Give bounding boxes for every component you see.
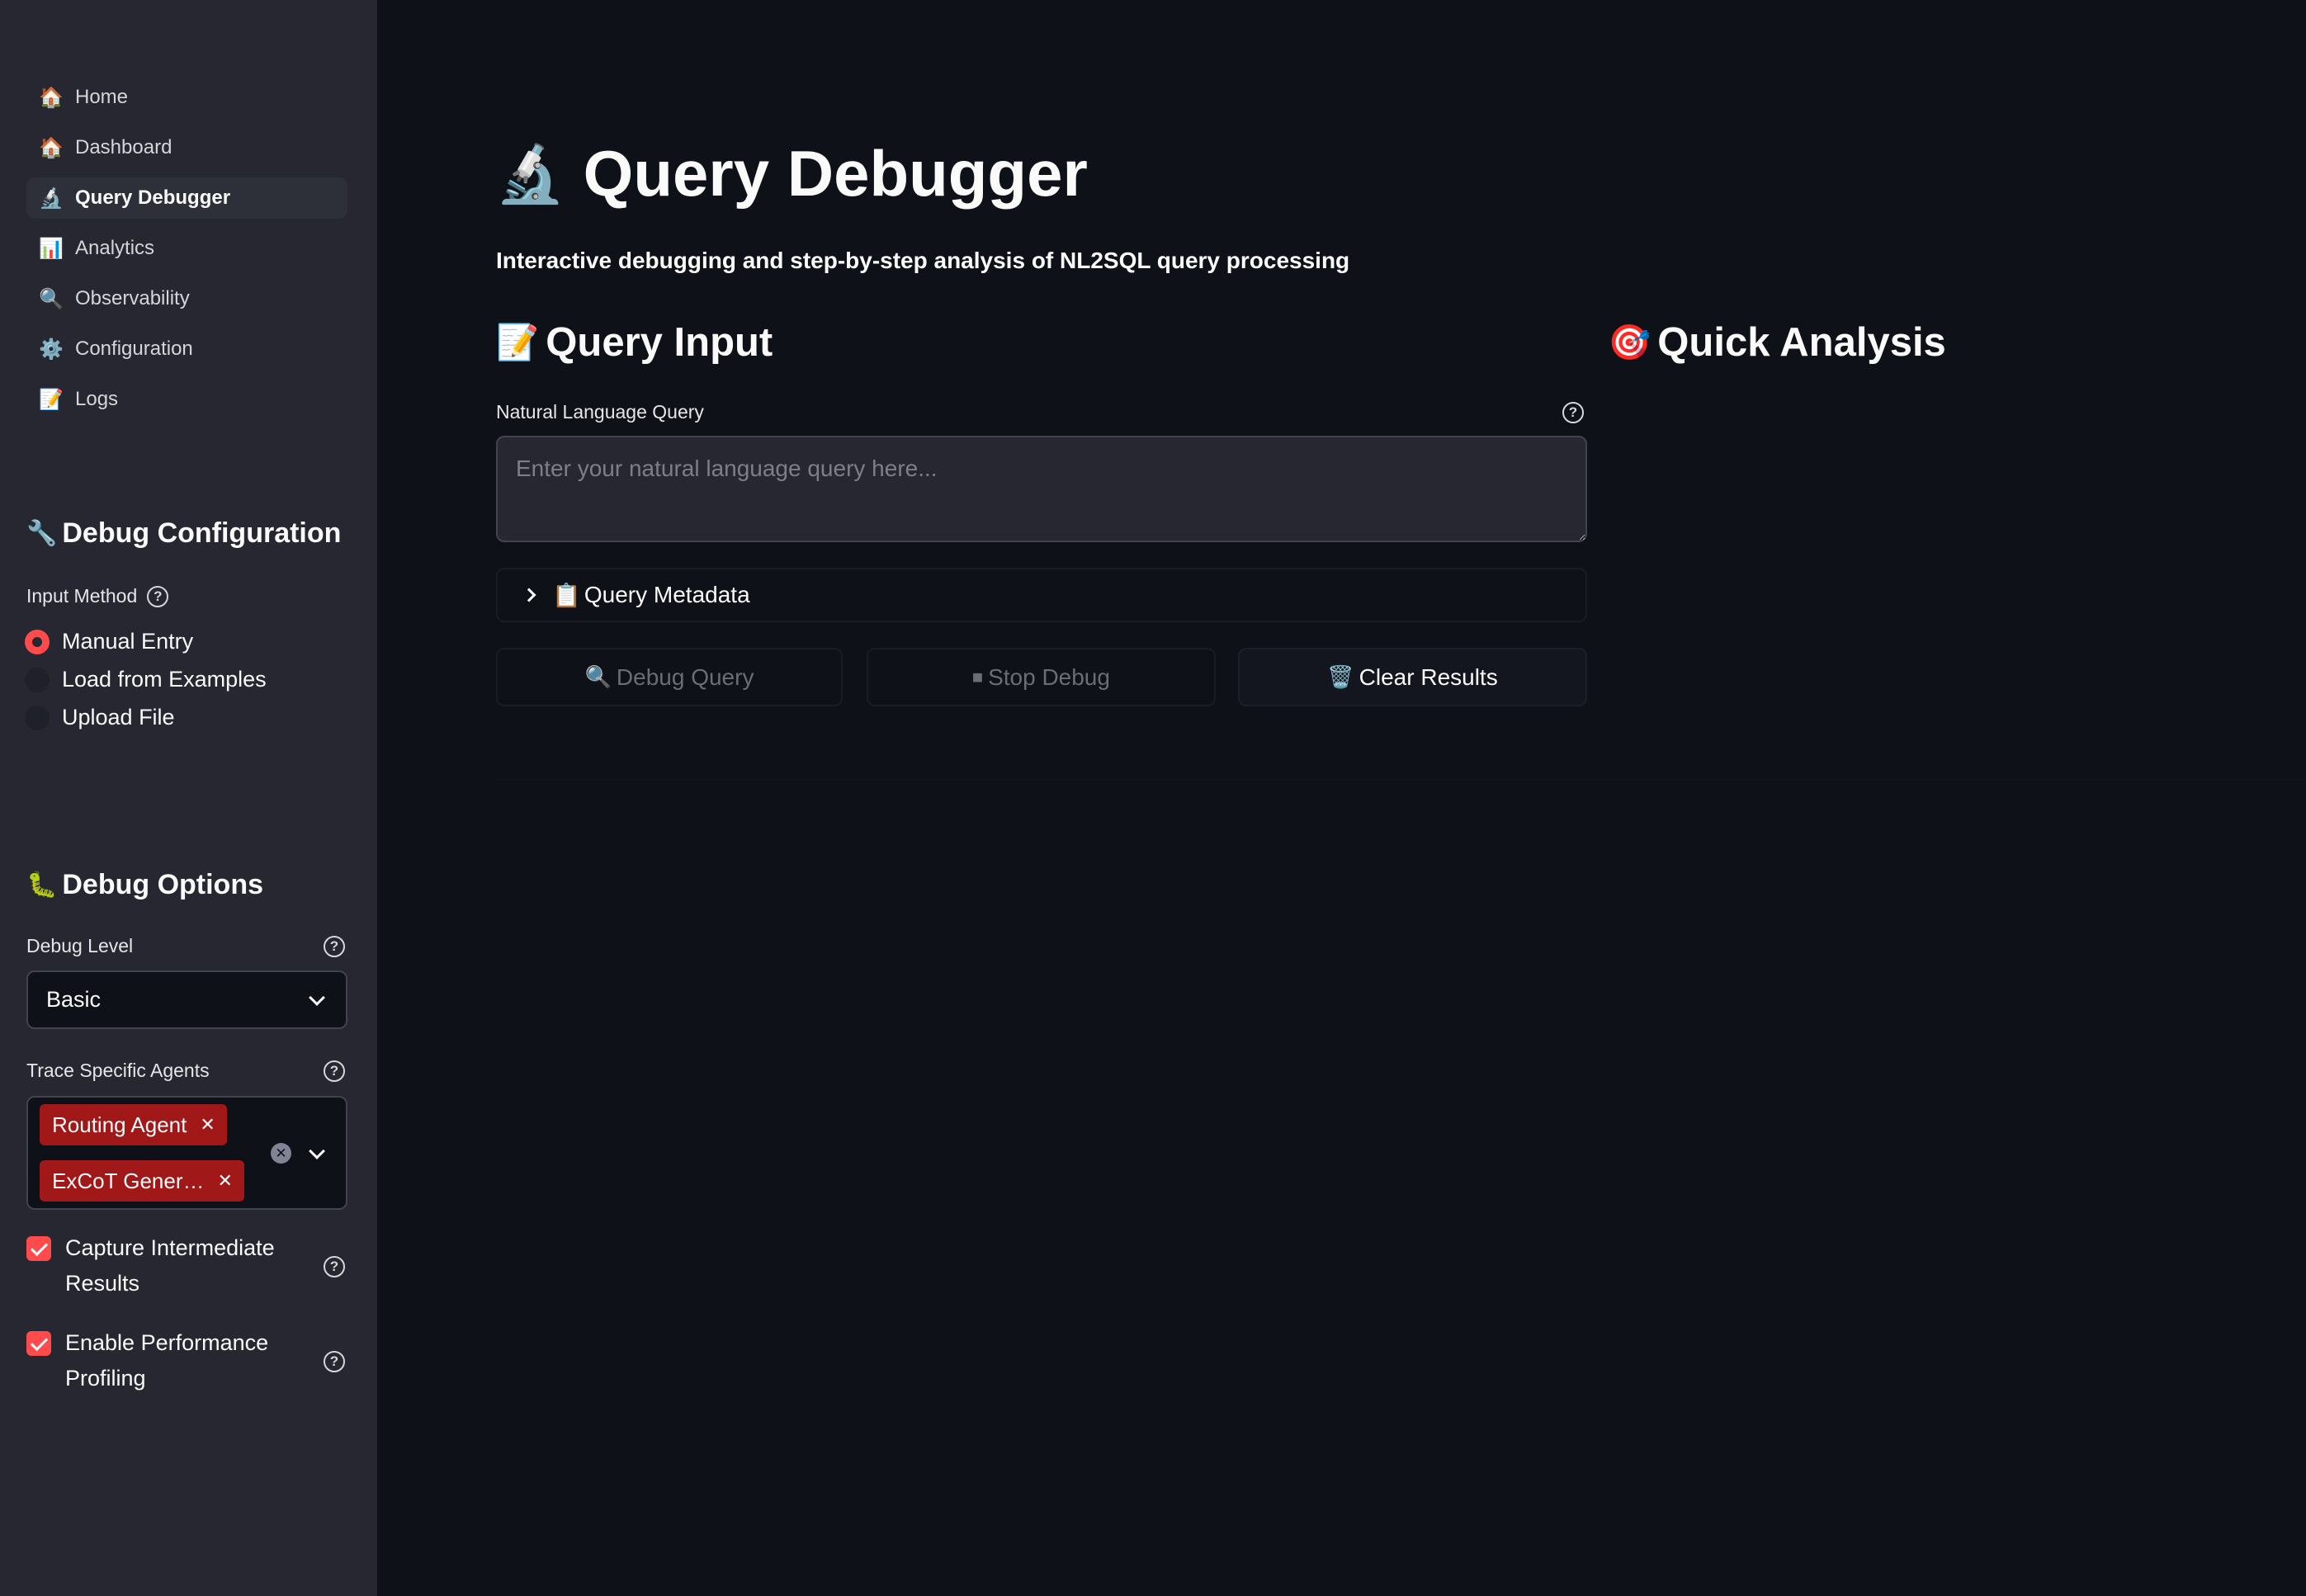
bug-icon: 🐛 bbox=[26, 871, 58, 899]
debug-options-title: Debug Options bbox=[62, 869, 264, 900]
clipboard-icon: 📋 bbox=[552, 582, 581, 608]
page-title-text: Query Debugger bbox=[583, 137, 1088, 210]
checkbox-label: Enable Performance Profiling bbox=[65, 1330, 269, 1391]
magnifier-icon: 🔍 bbox=[39, 287, 64, 310]
stop-debug-button[interactable]: ⏹ Stop Debug bbox=[867, 648, 1216, 706]
debug-configuration-heading: 🔧 Debug Configuration bbox=[26, 517, 341, 550]
stop-icon: ⏹ bbox=[972, 663, 984, 689]
sidebar-item-observability[interactable]: 🔍 Observability bbox=[26, 278, 347, 319]
radio-label: Load from Examples bbox=[62, 667, 267, 692]
debug-configuration-title: Debug Configuration bbox=[62, 517, 342, 549]
help-icon[interactable]: ? bbox=[324, 1060, 345, 1082]
sidebar-nav: 🏠 Home 🏠 Dashboard 🔬 Query Debugger 📊 An… bbox=[26, 77, 347, 429]
quick-analysis-title: Quick Analysis bbox=[1657, 320, 1946, 365]
debug-query-label: Debug Query bbox=[616, 663, 754, 690]
chevron-down-icon bbox=[309, 989, 325, 1006]
magnifier-icon: 🔍 bbox=[584, 664, 612, 689]
query-input-heading: 📝 Query Input bbox=[496, 319, 773, 366]
debug-query-button[interactable]: 🔍 Debug Query bbox=[496, 648, 843, 706]
checkbox-checked[interactable] bbox=[26, 1331, 51, 1356]
radio-load-from-examples[interactable]: Load from Examples bbox=[25, 667, 267, 692]
remove-tag-icon[interactable]: ✕ bbox=[200, 1114, 215, 1136]
sidebar-item-logs[interactable]: 📝 Logs bbox=[26, 379, 347, 420]
query-metadata-expander[interactable]: 📋 Query Metadata bbox=[496, 568, 1587, 622]
radio-label: Manual Entry bbox=[62, 629, 194, 654]
query-metadata-label: Query Metadata bbox=[584, 582, 750, 607]
clear-results-label: Clear Results bbox=[1359, 663, 1498, 690]
page-subtitle: Interactive debugging and step-by-step a… bbox=[496, 248, 1350, 273]
chevron-down-icon[interactable] bbox=[309, 1143, 325, 1159]
target-icon: 🎯 bbox=[1608, 322, 1652, 361]
help-icon[interactable]: ? bbox=[1562, 402, 1584, 423]
agent-tag: ExCoT Gener… ✕ bbox=[40, 1160, 244, 1202]
bar-chart-icon: 📊 bbox=[39, 237, 64, 260]
memo-icon: 📝 bbox=[39, 388, 64, 411]
sidebar-item-configuration[interactable]: ⚙️ Configuration bbox=[26, 328, 347, 370]
sidebar-item-label: Configuration bbox=[75, 338, 193, 360]
agent-tag-label: Routing Agent bbox=[52, 1112, 187, 1137]
trace-agents-multiselect[interactable]: Routing Agent ✕ ExCoT Gener… ✕ bbox=[26, 1096, 347, 1210]
sidebar-item-label: Observability bbox=[75, 287, 190, 309]
sidebar-item-label: Home bbox=[75, 86, 129, 108]
microscope-icon: 🔬 bbox=[39, 187, 64, 210]
debug-level-select[interactable]: Basic bbox=[26, 970, 347, 1029]
sidebar-item-label: Query Debugger bbox=[75, 187, 231, 209]
microscope-icon: 🔬 bbox=[495, 142, 565, 205]
clear-all-icon[interactable]: ✕ bbox=[271, 1143, 291, 1164]
memo-icon: 📝 bbox=[496, 322, 540, 361]
sidebar-item-label: Dashboard bbox=[75, 136, 172, 158]
help-icon[interactable]: ? bbox=[147, 585, 169, 607]
debug-level-value: Basic bbox=[46, 987, 102, 1012]
radio-manual-entry[interactable]: Manual Entry bbox=[25, 629, 193, 654]
wrench-icon: 🔧 bbox=[26, 520, 58, 547]
agent-tag: Routing Agent ✕ bbox=[40, 1104, 227, 1145]
home-icon: 🏠 bbox=[39, 86, 64, 109]
debug-level-label: Debug Level bbox=[26, 935, 134, 956]
agent-tag-label: ExCoT Gener… bbox=[52, 1168, 205, 1193]
sidebar: 🏠 Home 🏠 Dashboard 🔬 Query Debugger 📊 An… bbox=[0, 0, 377, 1596]
trace-agents-label: Trace Specific Agents bbox=[26, 1060, 210, 1081]
query-input-title: Query Input bbox=[546, 320, 773, 365]
page-title: 🔬 Query Debugger bbox=[495, 136, 1088, 211]
section-divider bbox=[496, 779, 2306, 781]
stop-debug-label: Stop Debug bbox=[988, 663, 1110, 690]
natural-language-query-input[interactable] bbox=[496, 436, 1587, 542]
radio-label: Upload File bbox=[62, 705, 175, 730]
sidebar-item-home[interactable]: 🏠 Home bbox=[26, 77, 347, 118]
help-icon[interactable]: ? bbox=[324, 1256, 345, 1277]
radio-upload-file[interactable]: Upload File bbox=[25, 705, 175, 730]
help-icon[interactable]: ? bbox=[324, 936, 345, 957]
trash-icon: 🗑️ bbox=[1327, 664, 1354, 689]
help-icon[interactable]: ? bbox=[324, 1351, 345, 1372]
radio-button[interactable] bbox=[25, 667, 50, 692]
input-method-label-text: Input Method bbox=[26, 585, 138, 607]
dashboard-icon: 🏠 bbox=[39, 136, 64, 159]
remove-tag-icon[interactable]: ✕ bbox=[217, 1170, 232, 1192]
chevron-right-icon bbox=[522, 588, 536, 602]
sidebar-item-analytics[interactable]: 📊 Analytics bbox=[26, 228, 347, 269]
natural-language-query-label: Natural Language Query bbox=[496, 401, 704, 423]
checkbox-label: Capture Intermediate Results bbox=[65, 1235, 275, 1296]
radio-button-selected[interactable] bbox=[25, 629, 50, 654]
sidebar-item-label: Logs bbox=[75, 388, 119, 410]
input-method-label: Input Method ? bbox=[26, 585, 169, 607]
sidebar-item-dashboard[interactable]: 🏠 Dashboard bbox=[26, 127, 347, 168]
gear-icon: ⚙️ bbox=[39, 338, 64, 361]
radio-button[interactable] bbox=[25, 705, 50, 730]
sidebar-item-label: Analytics bbox=[75, 237, 155, 259]
debug-options-heading: 🐛 Debug Options bbox=[26, 869, 263, 901]
quick-analysis-heading: 🎯 Quick Analysis bbox=[1608, 319, 1946, 366]
sidebar-item-query-debugger[interactable]: 🔬 Query Debugger bbox=[26, 177, 347, 219]
clear-results-button[interactable]: 🗑️ Clear Results bbox=[1238, 648, 1587, 706]
checkbox-checked[interactable] bbox=[26, 1236, 51, 1261]
